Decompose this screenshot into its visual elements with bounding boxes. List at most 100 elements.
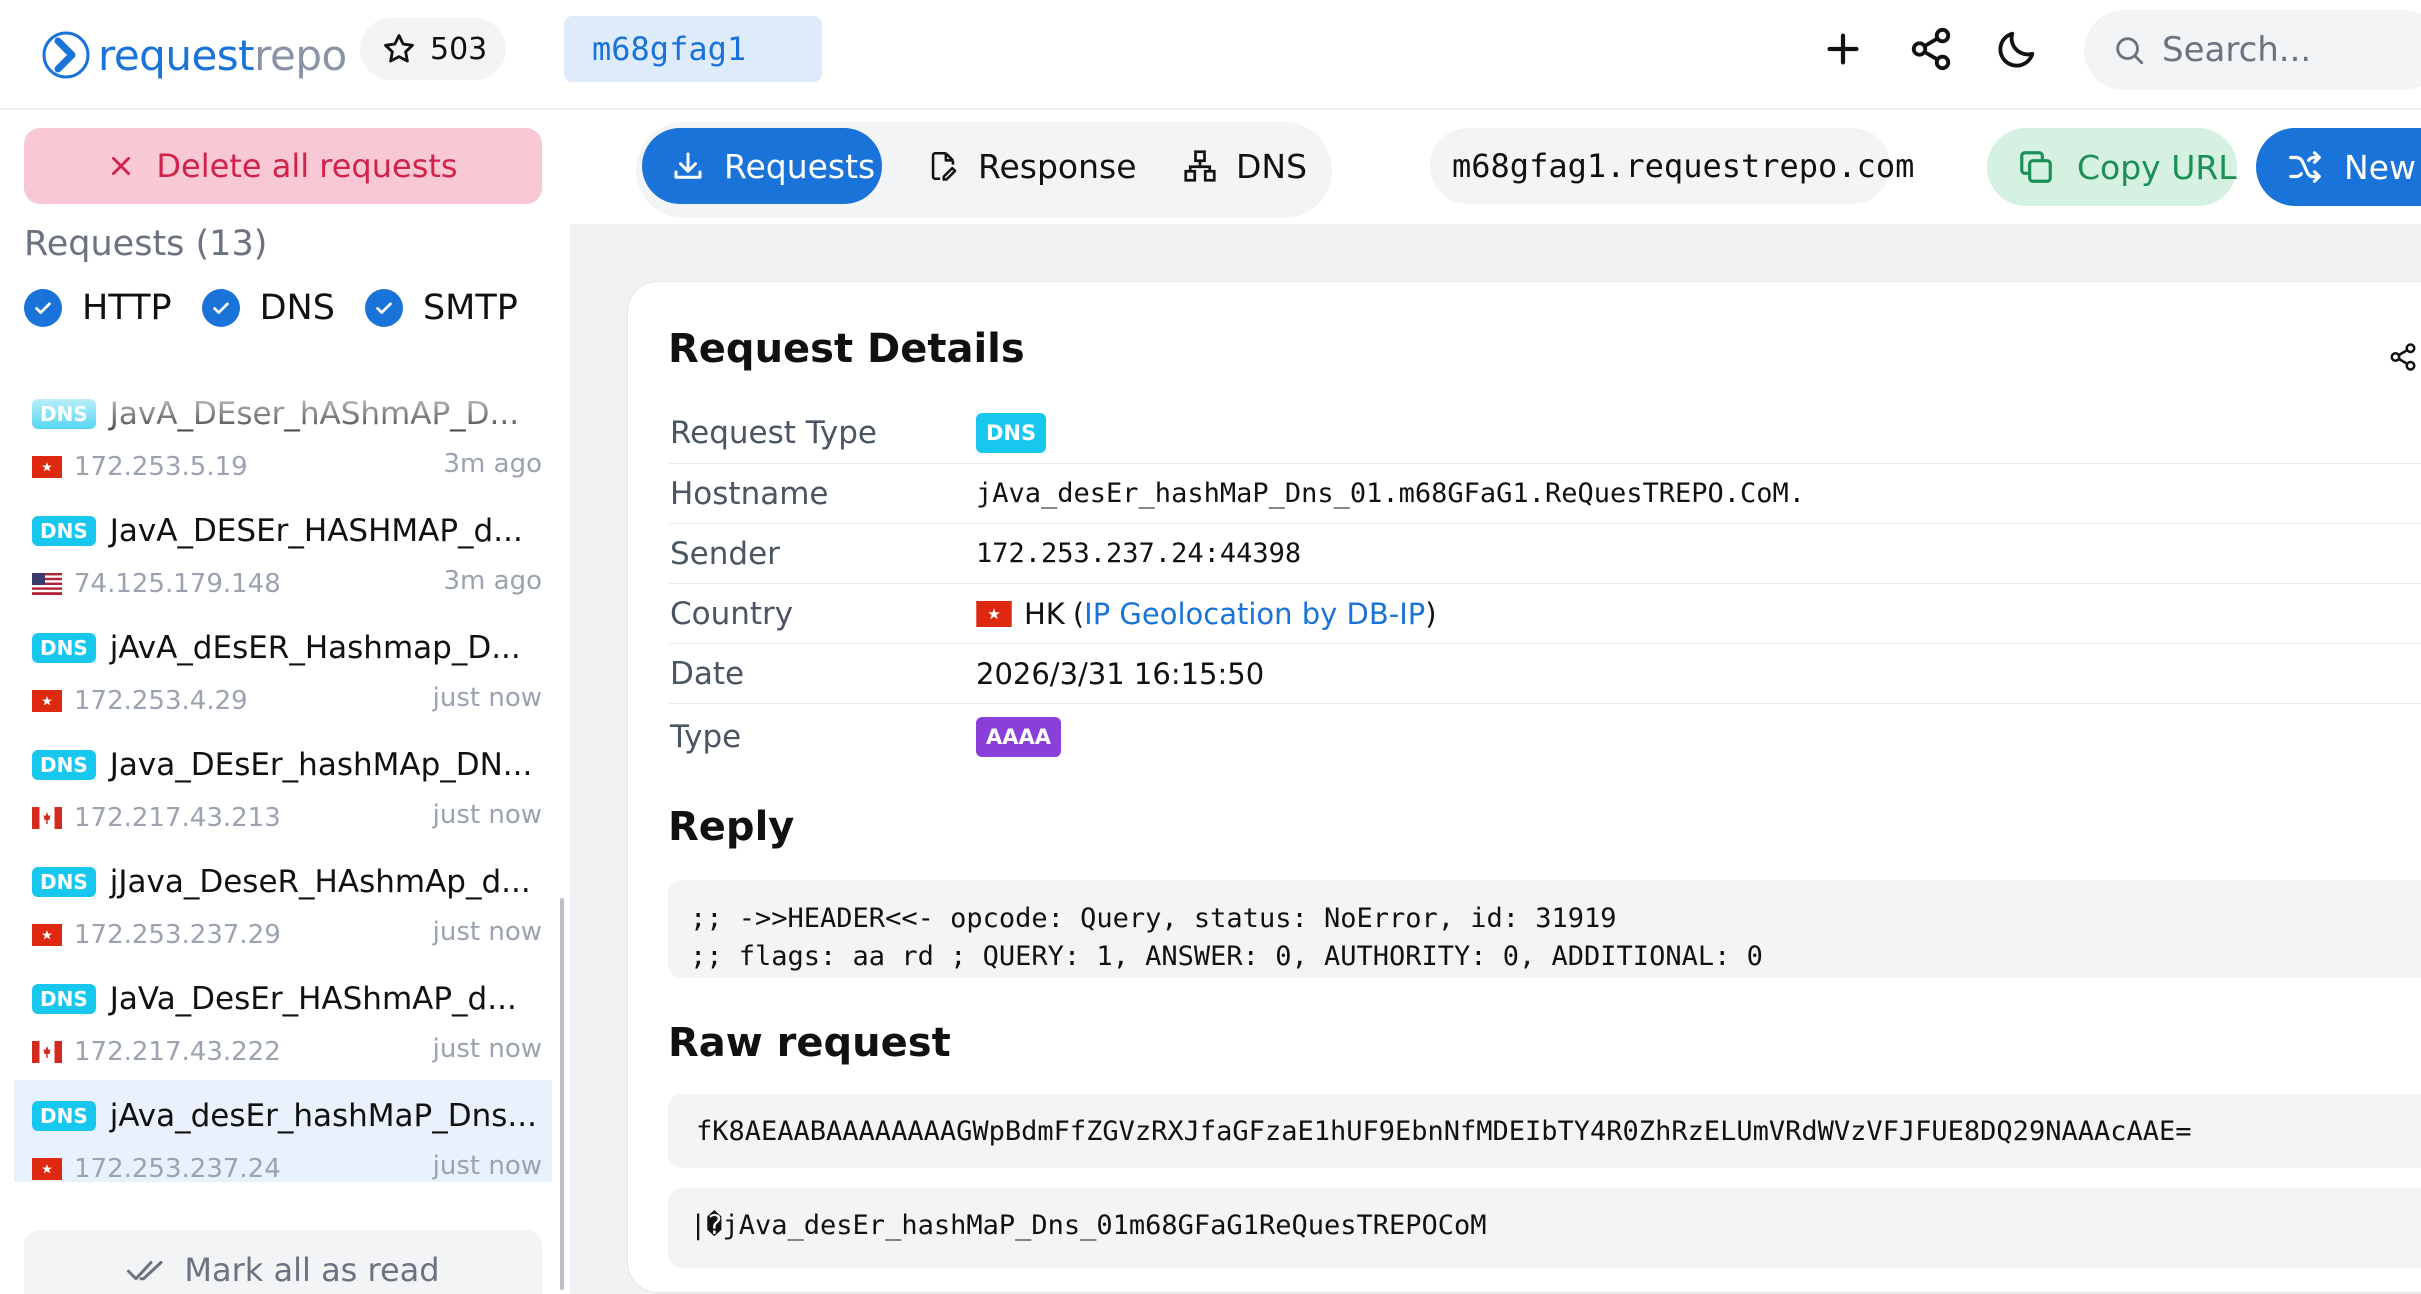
filter-smtp[interactable]: SMTP (364, 288, 518, 328)
tab-response[interactable]: Response (898, 128, 1138, 204)
type-badge: DNS (32, 1101, 96, 1131)
logo-text: requestrepo (98, 30, 347, 80)
request-ip: 172.217.43.213 (74, 803, 281, 833)
filter-dns[interactable]: DNS (201, 288, 335, 328)
request-list: DNS JavA_DEser_hAShmAP_D... 172.253.5.19 … (14, 378, 552, 1182)
request-item[interactable]: DNS Java_DEsEr_hashMAp_DN... 172.217.43.2… (14, 729, 552, 846)
top-bar: requestrepo 503 m68gfag1 Search... (0, 0, 2421, 110)
star-count: 503 (430, 31, 488, 67)
delete-all-button[interactable]: Delete all requests (24, 128, 542, 204)
request-time: 3m ago (443, 566, 542, 596)
filter-label: HTTP (82, 288, 172, 328)
request-url-field[interactable]: m68gfag1.requestrepo.com (1430, 128, 1914, 204)
hostname-value: jAva_desEr_hashMaP_Dns_01.m68GFaG1.ReQue… (976, 478, 1806, 509)
copy-icon (2020, 151, 2052, 183)
detail-row-sender: Sender 172.253.237.24:44398 (668, 524, 2421, 584)
shuffle-icon (2289, 151, 2321, 183)
request-ip: 172.253.4.29 (74, 686, 248, 716)
tab-requests[interactable]: Requests (642, 128, 882, 204)
request-time: just now (432, 917, 542, 947)
detail-label: Sender (670, 535, 780, 572)
tab-dns[interactable]: DNS (1154, 128, 1324, 204)
tab-label: Response (978, 146, 1137, 186)
file-edit-icon (931, 151, 957, 181)
request-name: JavA_DESEr_HASHMAP_d... (109, 513, 523, 549)
us-flag-icon (32, 573, 62, 595)
copy-url-button[interactable]: Copy URL (1987, 128, 2237, 206)
new-url-button[interactable]: New U (2256, 128, 2421, 206)
checkbox-checked-icon (201, 289, 240, 327)
request-item-selected[interactable]: DNS jAva_desEr_hashMaP_Dns... 172.253.237… (14, 1080, 552, 1182)
checkbox-checked-icon (364, 289, 403, 327)
logo[interactable]: requestrepo (42, 22, 347, 88)
request-item[interactable]: DNS jJava_DeseR_HAshmAp_d... 172.253.237.… (14, 846, 552, 963)
view-tabs: Requests Response DNS (636, 122, 1332, 218)
request-name: jJava_DeseR_HAshmAp_d... (109, 864, 531, 900)
hk-flag-icon (32, 924, 62, 946)
request-name: JavA_DEser_hAShmAP_D... (109, 396, 520, 432)
main-toolbar: Requests Response DNS m68gfag1.requestre… (570, 112, 2421, 224)
ca-flag-icon (32, 807, 62, 829)
sidebar: Delete all requests Requests (13) HTTP D… (0, 112, 570, 1294)
share-icon[interactable] (1908, 26, 1954, 72)
list-scrollbar[interactable] (560, 898, 564, 1290)
details-table: Request Type DNS Hostname jAva_desEr_has… (668, 402, 2421, 770)
geolocation-link[interactable]: IP Geolocation by DB-IP (1084, 597, 1425, 631)
network-icon (1184, 150, 1216, 182)
reply-line: ;; ->>HEADER<<- opcode: Query, status: N… (690, 903, 1617, 934)
request-item[interactable]: DNS JavA_DESEr_HASHMAP_d... 74.125.179.14… (14, 495, 552, 612)
detail-label: Hostname (670, 475, 829, 512)
main-area: Requests Response DNS m68gfag1.requestre… (570, 112, 2421, 1294)
filter-http[interactable]: HTTP (24, 288, 172, 328)
subdomain-display[interactable]: m68gfag1 (564, 16, 822, 82)
github-star-button[interactable]: 503 (360, 18, 506, 80)
details-title: Request Details (668, 326, 1025, 372)
detail-row-date: Date 2026/3/31 16:15:50 (668, 644, 2421, 704)
request-time: just now (432, 683, 542, 713)
raw-decoded-text: |�jAva_desEr_hashMaP_Dns_01m68GFaG1ReQue… (690, 1210, 1487, 1241)
request-item[interactable]: DNS jAvA_dEsER_Hashmap_D... 172.253.4.29 … (14, 612, 552, 729)
search-icon (2116, 37, 2144, 65)
star-icon (384, 34, 414, 63)
hk-flag-icon (32, 456, 62, 478)
mark-all-read-button[interactable]: Mark all as read (24, 1230, 542, 1294)
type-badge: DNS (32, 984, 96, 1014)
plus-icon[interactable] (1820, 26, 1866, 72)
detail-row-country: Country HK(IP Geolocation by DB-IP) (668, 584, 2421, 644)
double-check-icon (127, 1261, 163, 1281)
request-item[interactable]: DNS JaVa_DesEr_HAShmAP_d... 172.217.43.22… (14, 963, 552, 1080)
record-type-badge: AAAA (976, 717, 1062, 757)
request-name: JaVa_DesEr_HAShmAP_d... (109, 981, 517, 1017)
detail-label: Type (670, 719, 742, 755)
search-input[interactable]: Search... (2084, 10, 2421, 90)
country-code: HK (1024, 596, 1065, 631)
detail-row-type: Type AAAA (668, 704, 2421, 770)
detail-label: Date (670, 655, 745, 692)
detail-row-hostname: Hostname jAva_desEr_hashMaP_Dns_01.m68GF… (668, 464, 2421, 524)
request-item[interactable]: DNS JavA_DEser_hAShmAP_D... 172.253.5.19 … (14, 378, 552, 495)
type-badge: DNS (32, 399, 96, 429)
detail-row-request-type: Request Type DNS (668, 402, 2421, 464)
raw-base64-text: fK8AEAABAAAAAAAAGWpBdmFfZGVzRXJfaGFzaE1h… (696, 1115, 2192, 1147)
checkbox-checked-icon (24, 289, 62, 327)
share-icon[interactable] (2388, 342, 2418, 372)
moon-icon[interactable] (1994, 26, 2040, 72)
reply-line: ;; flags: aa rd ; QUERY: 1, ANSWER: 0, A… (690, 941, 1763, 972)
request-name: jAva_desEr_hashMaP_Dns... (109, 1098, 537, 1134)
requests-count: Requests (13) (24, 224, 268, 264)
request-ip: 74.125.179.148 (74, 569, 281, 599)
download-icon (674, 152, 702, 179)
reply-title: Reply (668, 804, 795, 850)
hk-flag-icon (32, 1158, 62, 1180)
request-time: 3m ago (443, 449, 542, 479)
request-details-card: Request Details Request Type DNS Hostnam… (628, 282, 2421, 1292)
hk-flag-icon (976, 600, 1012, 627)
sender-value: 172.253.237.24:44398 (976, 538, 1302, 569)
country-value: HK(IP Geolocation by DB-IP) (976, 597, 1437, 631)
request-ip: 172.253.5.19 (74, 452, 248, 482)
date-value: 2026/3/31 16:15:50 (976, 656, 1265, 691)
raw-request-title: Raw request (668, 1020, 951, 1066)
filter-label: DNS (259, 288, 335, 328)
request-time: just now (432, 1034, 542, 1064)
request-ip: 172.253.237.24 (74, 1154, 281, 1182)
